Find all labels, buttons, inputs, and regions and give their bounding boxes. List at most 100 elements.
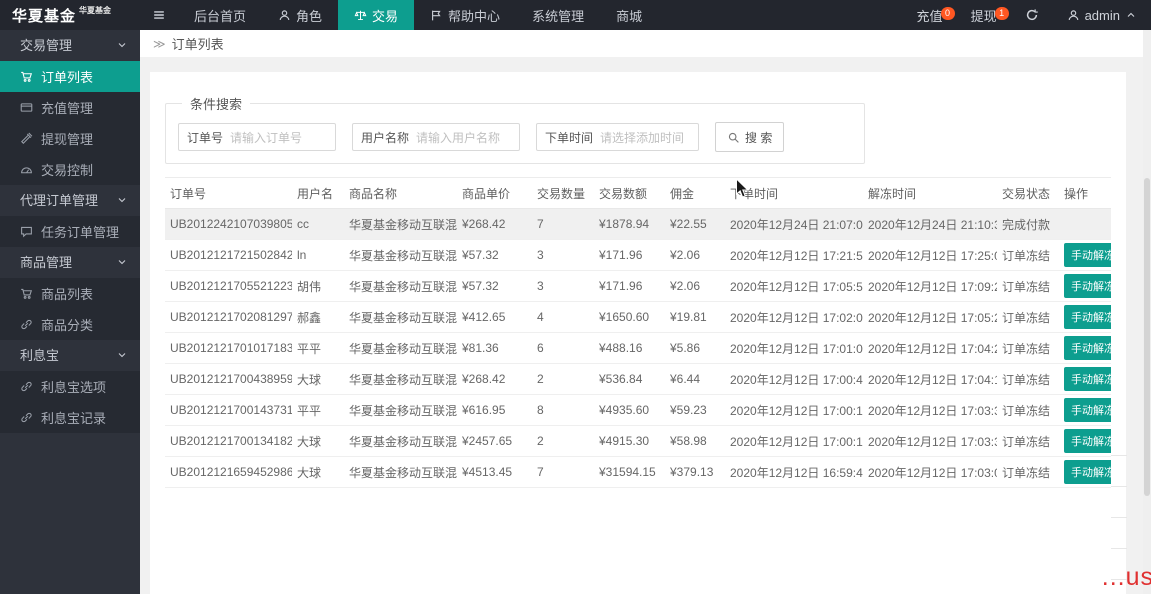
cell-status: 订单冻结 [997, 333, 1059, 364]
sidebar-group-product-management[interactable]: 商品管理 [0, 247, 140, 278]
user-menu[interactable]: admin [1053, 8, 1151, 23]
unfreeze-button[interactable]: 手动解冻 [1064, 274, 1111, 298]
topbar-right: 充值 0 提现 1 admin [903, 0, 1151, 30]
sidebar-group-label: 商品管理 [20, 255, 72, 270]
sidebar-item-label: 商品列表 [41, 284, 93, 303]
sidebar-item-recharge-management[interactable]: 充值管理 [0, 92, 140, 123]
cell-price: ¥268.42 [457, 209, 532, 240]
nav-item-trade[interactable]: 交易 [338, 0, 414, 30]
cell-order-time: 2020年12月12日 17:00:43 [725, 364, 863, 395]
cell-commission: ¥5.86 [665, 333, 725, 364]
sidebar-item-trade-control[interactable]: 交易控制 [0, 154, 140, 185]
cell-order-time: 2020年12月12日 17:00:14 [725, 395, 863, 426]
nav-item-mall[interactable]: 商城 [600, 0, 658, 30]
cell-qty: 3 [532, 271, 594, 302]
table-row[interactable]: UB2012121705521223 胡伟 华夏基金移动互联混合 ¥57.32 … [165, 271, 1111, 302]
nav-item-dashboard[interactable]: 后台首页 [178, 0, 262, 30]
table-row[interactable]: UB2012121702081297 郝鑫 华夏基金移动互联混合 ¥412.65… [165, 302, 1111, 333]
table-row[interactable]: UB2012121700134182 大球 华夏基金移动互联混合 ¥2457.6… [165, 426, 1111, 457]
link-icon [20, 380, 33, 393]
cell-product: 华夏基金移动互联混合 [344, 333, 457, 364]
unfreeze-button[interactable]: 手动解冻 [1064, 429, 1111, 453]
cell-action: 手动解冻 [1059, 457, 1111, 488]
recharge-link[interactable]: 充值 0 [903, 6, 957, 25]
refresh-button[interactable] [1011, 8, 1053, 22]
table-row[interactable]: UB2012121700438959 大球 华夏基金移动互联混合 ¥268.42… [165, 364, 1111, 395]
cell-unfreeze-time: 2020年12月12日 17:25:08 [863, 240, 997, 271]
gavel-icon [20, 132, 33, 145]
unfreeze-button[interactable]: 手动解冻 [1064, 305, 1111, 329]
withdraw-link[interactable]: 提现 1 [957, 6, 1011, 25]
app-logo-text: 华夏基金 [12, 5, 76, 26]
scrollbar-thumb[interactable] [1144, 178, 1150, 496]
scale-icon [354, 9, 367, 22]
cell-unfreeze-time: 2020年12月12日 17:03:32 [863, 426, 997, 457]
order-time-field[interactable]: 下单时间 请选择添加时间 [536, 123, 699, 151]
sidebar-group-trade-management[interactable]: 交易管理 [0, 30, 140, 61]
cell-action: 手动解冻 [1059, 271, 1111, 302]
col-product: 商品名称 [344, 178, 457, 209]
table-row[interactable]: UB2012242107039805 cc 华夏基金移动互联混合 ¥268.42… [165, 209, 1111, 240]
username-field[interactable]: 用户名称 请输入用户名称 [352, 123, 520, 151]
sidebar-group-label: 代理订单管理 [20, 193, 98, 208]
cell-product: 华夏基金移动互联混合 [344, 240, 457, 271]
unfreeze-button[interactable]: 手动解冻 [1064, 460, 1111, 484]
username-label: 用户名称 [361, 129, 409, 146]
gauge-icon [20, 163, 33, 176]
nav-item-label: 系统管理 [532, 6, 584, 25]
nav-item-system[interactable]: 系统管理 [516, 0, 600, 30]
unfreeze-button[interactable]: 手动解冻 [1064, 398, 1111, 422]
table-row[interactable]: UB2012121659452986 大球 华夏基金移动互联混合 ¥4513.4… [165, 457, 1111, 488]
cell-order-time: 2020年12月12日 16:59:45 [725, 457, 863, 488]
cell-user: 大球 [292, 426, 344, 457]
search-form: 订单号 请输入订单号 用户名称 请输入用户名称 下单时间 请选择添加时间 搜 索 [178, 122, 852, 152]
cell-status: 完成付款 [997, 209, 1059, 240]
cell-order-no: UB2012121700134182 [165, 426, 292, 457]
unfreeze-button[interactable]: 手动解冻 [1064, 367, 1111, 391]
search-button-label: 搜 索 [745, 129, 772, 146]
sidebar-item-product-category[interactable]: 商品分类 [0, 309, 140, 340]
recharge-badge: 0 [941, 7, 955, 20]
user-icon [278, 9, 291, 22]
cell-price: ¥57.32 [457, 240, 532, 271]
cell-order-time: 2020年12月12日 17:21:50 [725, 240, 863, 271]
table-row[interactable]: UB2012121701017183 平平 华夏基金移动互联混合 ¥81.36 … [165, 333, 1111, 364]
col-order-no: 订单号 [165, 178, 292, 209]
order-no-field[interactable]: 订单号 请输入订单号 [178, 123, 336, 151]
sidebar-group-interest-treasure[interactable]: 利息宝 [0, 340, 140, 371]
breadcrumb-arrows: ≫ [153, 37, 166, 51]
cell-unfreeze-time: 2020年12月12日 17:04:12 [863, 364, 997, 395]
cell-price: ¥616.95 [457, 395, 532, 426]
cell-user: 大球 [292, 457, 344, 488]
sidebar-item-task-order-management[interactable]: 任务订单管理 [0, 216, 140, 247]
comments-icon [20, 225, 33, 238]
sidebar-item-product-list[interactable]: 商品列表 [0, 278, 140, 309]
hamburger-icon[interactable] [140, 0, 178, 30]
sidebar-item-order-list[interactable]: 订单列表 [0, 61, 140, 92]
sidebar-item-withdraw-management[interactable]: 提现管理 [0, 123, 140, 154]
sidebar-item-label: 充值管理 [41, 98, 93, 117]
sidebar-item-interest-options[interactable]: 利息宝选项 [0, 371, 140, 402]
sidebar-group-agent-order-management[interactable]: 代理订单管理 [0, 185, 140, 216]
nav-item-help[interactable]: 帮助中心 [414, 0, 516, 30]
sidebar-item-label: 利息宝记录 [41, 408, 106, 427]
table-border-fragment [1111, 548, 1127, 549]
sidebar-item-interest-records[interactable]: 利息宝记录 [0, 402, 140, 433]
cell-status: 订单冻结 [997, 271, 1059, 302]
cell-user: 平平 [292, 395, 344, 426]
cell-status: 订单冻结 [997, 302, 1059, 333]
table-row[interactable]: UB2012121721502842 ln 华夏基金移动互联混合 ¥57.32 … [165, 240, 1111, 271]
sidebar-item-label: 交易控制 [41, 160, 93, 179]
unfreeze-button[interactable]: 手动解冻 [1064, 336, 1111, 360]
flag-icon [430, 9, 443, 22]
cell-product: 华夏基金移动互联混合 [344, 271, 457, 302]
cell-action: 手动解冻 [1059, 302, 1111, 333]
nav-item-label: 角色 [296, 6, 322, 25]
unfreeze-button[interactable]: 手动解冻 [1064, 243, 1111, 267]
col-price: 商品单价 [457, 178, 532, 209]
search-button[interactable]: 搜 索 [715, 122, 784, 152]
cell-order-no: UB2012242107039805 [165, 209, 292, 240]
table-header-row: 订单号 用户名 商品名称 商品单价 交易数量 交易数额 佣金 下单时间 解冻时间… [165, 178, 1111, 209]
nav-item-role[interactable]: 角色 [262, 0, 338, 30]
table-row[interactable]: UB2012121700143731 平平 华夏基金移动互联混合 ¥616.95… [165, 395, 1111, 426]
